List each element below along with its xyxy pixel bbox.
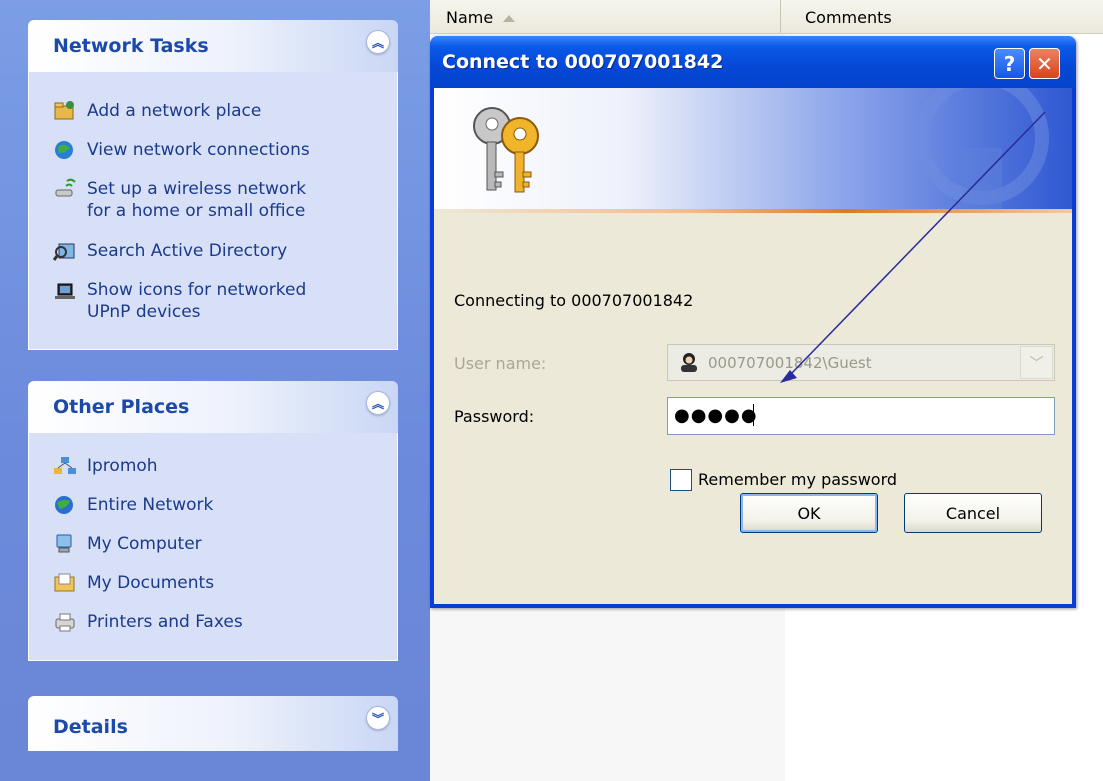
expand-icon[interactable]: ︾ — [366, 706, 390, 730]
other-places-panel: Other Places ︽ Ipromoh Entire Network My… — [28, 381, 398, 661]
dialog-title: Connect to 000707001842 — [442, 51, 724, 73]
column-name[interactable]: Name — [446, 8, 516, 27]
place-my-documents[interactable]: My Documents — [53, 572, 214, 594]
ok-button[interactable]: OK — [740, 493, 878, 533]
printers-faxes-icon — [55, 613, 75, 632]
my-computer-icon — [56, 534, 72, 553]
username-combobox[interactable]: 000707001842\Guest ﹀ — [667, 344, 1055, 381]
text-caret — [753, 404, 754, 426]
task-text: Set up a wireless network for a home or … — [87, 178, 306, 222]
network-tasks-body: Add a network place View network connect… — [28, 72, 398, 350]
task-label: Search Active Directory — [87, 241, 288, 261]
remember-password-checkbox[interactable] — [670, 469, 692, 491]
workgroup-icon — [54, 457, 76, 474]
password-value: ●●●●● — [674, 405, 758, 426]
banner-watermark-icon — [915, 88, 1049, 209]
password-field[interactable]: ●●●●● — [667, 397, 1055, 435]
place-printers-faxes[interactable]: Printers and Faxes — [53, 611, 243, 633]
other-places-title: Other Places — [53, 396, 190, 418]
keys-icon — [473, 107, 539, 193]
remember-password-label[interactable]: Remember my password — [698, 470, 897, 489]
collapse-icon[interactable]: ︽ — [366, 391, 390, 415]
place-label: My Documents — [87, 573, 215, 593]
connecting-text: Connecting to 000707001842 — [454, 291, 694, 310]
task-setup-wireless[interactable]: Set up a wireless network for a home or … — [53, 178, 306, 222]
place-entire-network[interactable]: Entire Network — [53, 494, 213, 516]
task-add-network-place[interactable]: Add a network place — [53, 100, 261, 122]
task-label-line2: for a home or small office — [87, 201, 306, 221]
cancel-button[interactable]: Cancel — [904, 493, 1042, 533]
place-ipromoh[interactable]: Ipromoh — [53, 455, 158, 477]
place-label: Ipromoh — [87, 456, 158, 476]
task-show-upnp-icons[interactable]: Show icons for networked UPnP devices — [53, 279, 306, 323]
search-directory-icon — [53, 243, 75, 261]
task-search-active-directory[interactable]: Search Active Directory — [53, 240, 287, 262]
column-comments[interactable]: Comments — [805, 8, 892, 27]
place-label: Entire Network — [87, 495, 214, 515]
wireless-network-icon — [55, 178, 76, 197]
task-label-line2: UPnP devices — [87, 302, 201, 322]
task-pane: Network Tasks ︽ Add a network place View… — [0, 0, 430, 781]
column-name-label: Name — [446, 8, 494, 27]
user-icon — [681, 353, 697, 372]
username-label: User name: — [454, 354, 547, 373]
help-button[interactable]: ? — [994, 48, 1025, 79]
username-value: 000707001842\Guest — [708, 354, 872, 372]
dialog-titlebar[interactable]: Connect to 000707001842 ? ✕ — [430, 36, 1076, 88]
network-tasks-title: Network Tasks — [53, 35, 209, 57]
banner-divider — [434, 209, 1072, 213]
collapse-icon[interactable]: ︽ — [366, 30, 390, 54]
details-panel: Details ︾ — [28, 696, 398, 751]
sort-ascending-icon — [503, 15, 516, 22]
task-view-network-connections[interactable]: View network connections — [53, 139, 310, 161]
task-text: Show icons for networked UPnP devices — [87, 279, 306, 323]
task-label: Show icons for networked — [87, 280, 307, 300]
task-label: View network connections — [87, 140, 310, 160]
place-label: Printers and Faxes — [87, 612, 243, 632]
network-tasks-header[interactable]: Network Tasks ︽ — [28, 20, 398, 72]
add-network-place-icon — [54, 101, 74, 120]
details-title: Details — [53, 716, 128, 738]
network-connections-icon — [55, 141, 73, 159]
dropdown-arrow-icon[interactable]: ﹀ — [1020, 346, 1053, 379]
list-column-header: Name Comments — [430, 0, 1103, 34]
other-places-body: Ipromoh Entire Network My Computer My Do… — [28, 433, 398, 661]
details-header[interactable]: Details ︾ — [28, 696, 398, 751]
my-documents-icon — [54, 573, 75, 592]
password-label: Password: — [454, 407, 535, 426]
place-my-computer[interactable]: My Computer — [53, 533, 202, 555]
other-places-header[interactable]: Other Places ︽ — [28, 381, 398, 433]
entire-network-icon — [55, 496, 73, 514]
column-divider[interactable] — [780, 0, 781, 33]
task-label: Add a network place — [87, 101, 262, 121]
upnp-devices-icon — [55, 283, 75, 299]
place-label: My Computer — [87, 534, 202, 554]
task-label: Set up a wireless network — [87, 179, 307, 199]
dialog-banner — [434, 88, 1072, 209]
network-tasks-panel: Network Tasks ︽ Add a network place View… — [28, 20, 398, 350]
close-button[interactable]: ✕ — [1029, 48, 1060, 79]
